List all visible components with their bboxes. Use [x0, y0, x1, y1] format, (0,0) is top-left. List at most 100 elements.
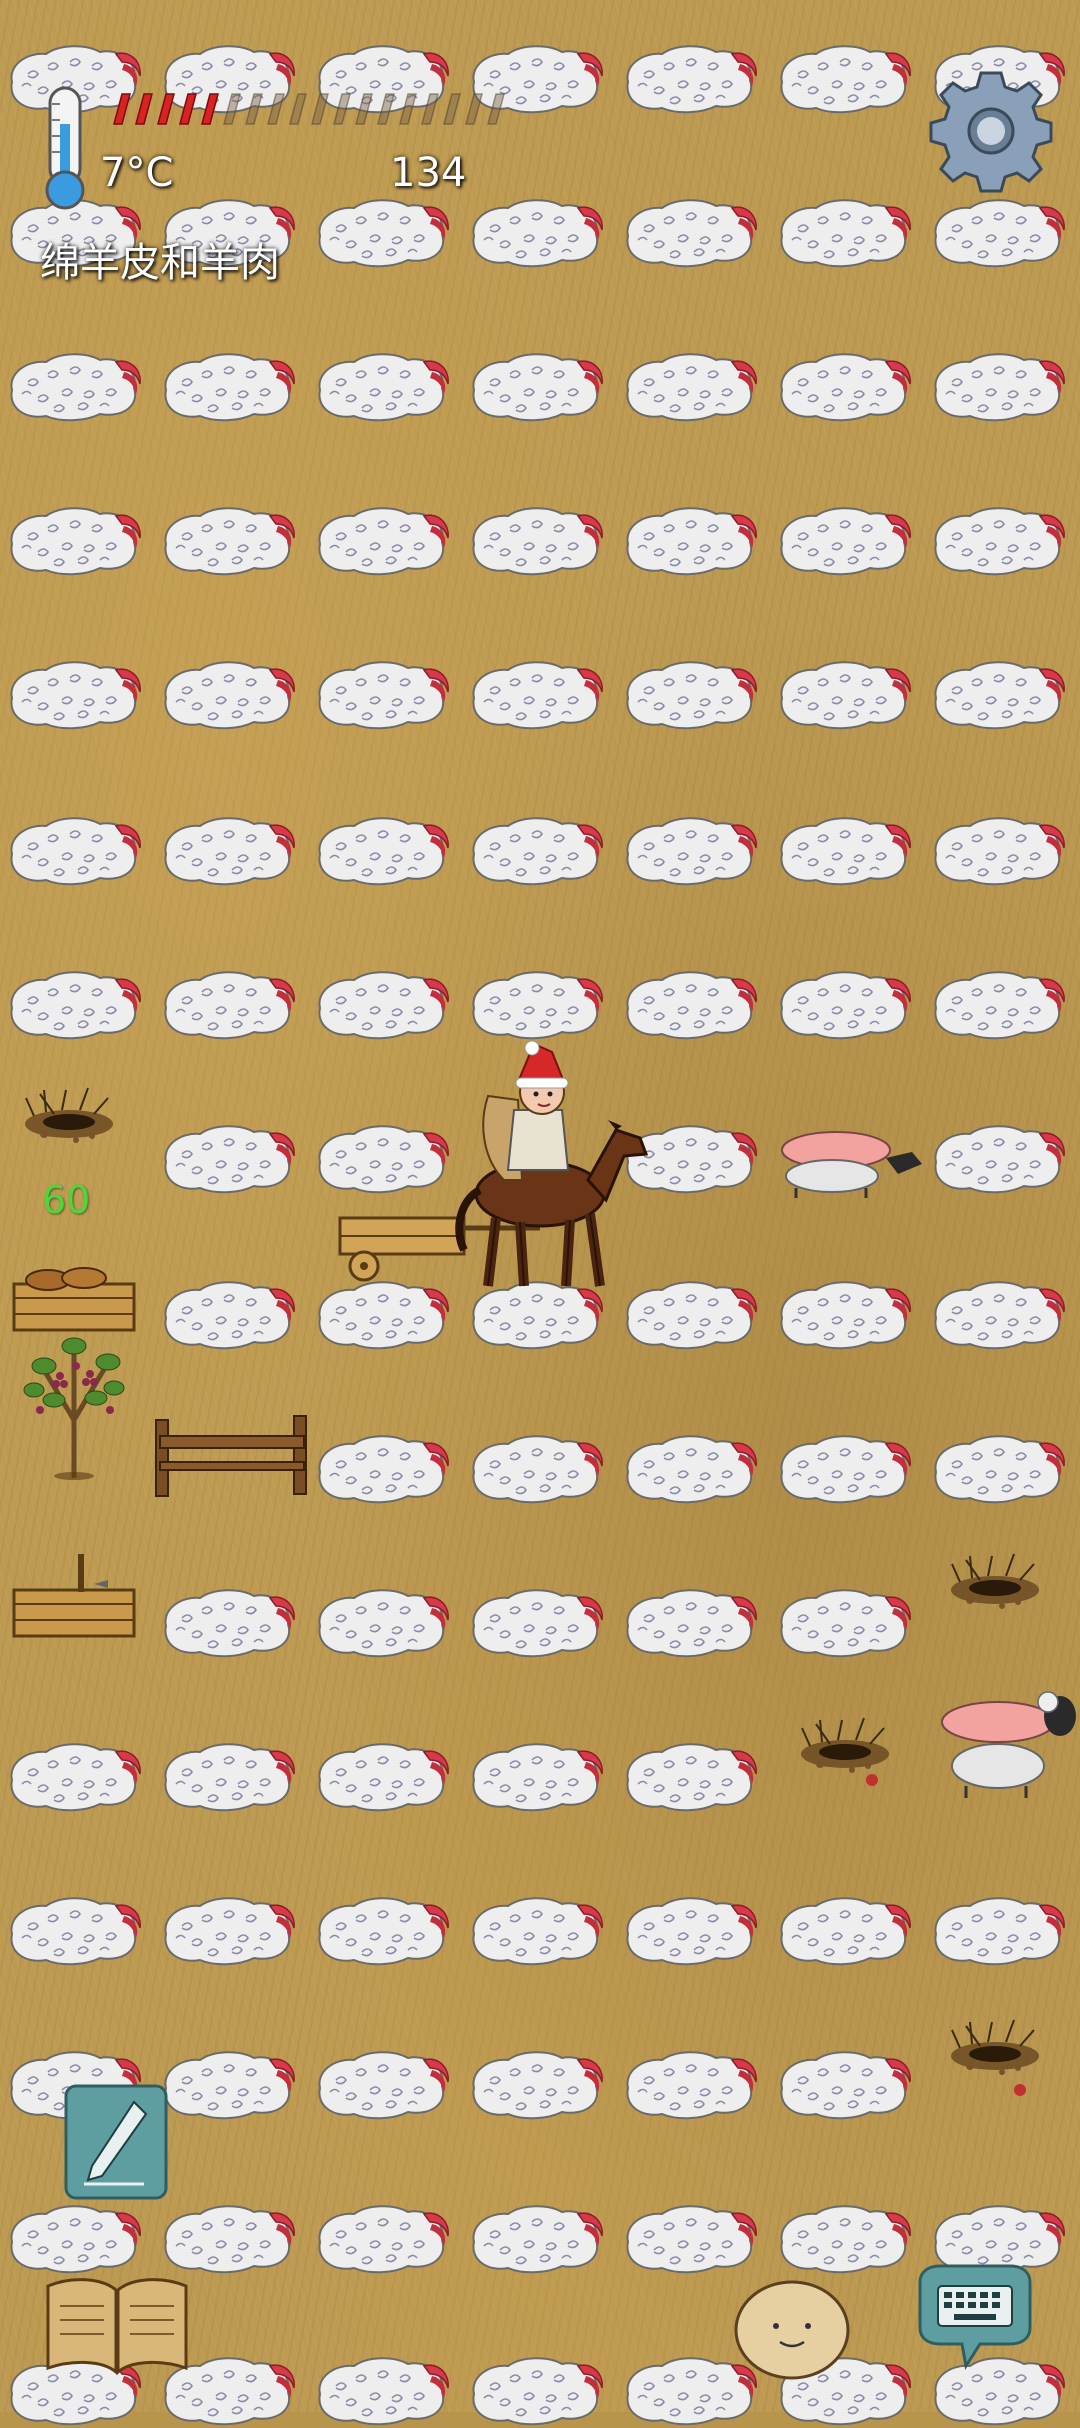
sheep-fleece-tile[interactable] [620, 1584, 760, 1660]
sheep-fleece-tile[interactable] [466, 656, 606, 732]
sheep-fleece-tile[interactable] [158, 1892, 298, 1968]
sheep-fleece-tile[interactable] [158, 502, 298, 578]
sheep-fleece-tile[interactable] [466, 1430, 606, 1506]
sheep-fleece-tile[interactable] [620, 2200, 760, 2276]
sheep-fleece-tile[interactable] [774, 348, 914, 424]
sheep-fleece-tile[interactable] [158, 656, 298, 732]
sheep-fleece-tile[interactable] [928, 348, 1068, 424]
sheep-fleece-tile[interactable] [158, 812, 298, 888]
sheep-fleece-tile[interactable] [312, 1738, 452, 1814]
sheep-fleece-tile[interactable] [312, 1430, 452, 1506]
sheep-fleece-tile[interactable] [928, 812, 1068, 888]
sheep-fleece-tile[interactable] [312, 1120, 452, 1196]
sheep-fleece-tile[interactable] [620, 1738, 760, 1814]
sheep-fleece-tile[interactable] [774, 656, 914, 732]
sheep-fleece-tile[interactable] [312, 2200, 452, 2276]
sheep-fleece-tile[interactable] [312, 656, 452, 732]
sheep-fleece-tile[interactable] [928, 656, 1068, 732]
sheep-fleece-tile[interactable] [774, 812, 914, 888]
sheep-fleece-tile[interactable] [158, 2200, 298, 2276]
sheep-fleece-tile[interactable] [774, 2046, 914, 2122]
sheep-fleece-tile[interactable] [312, 348, 452, 424]
sheep-fleece-tile[interactable] [158, 1276, 298, 1352]
keyboard-speech-bubble-icon[interactable] [910, 2262, 1040, 2372]
sheep-fleece-tile[interactable] [620, 656, 760, 732]
sheep-fleece-tile[interactable] [4, 1892, 144, 1968]
rabbit-burrow[interactable] [940, 1546, 1050, 1616]
sheep-fleece-tile[interactable] [312, 502, 452, 578]
sheep-fleece-tile[interactable] [158, 2046, 298, 2122]
sheep-fleece-tile[interactable] [158, 1120, 298, 1196]
sheep-fleece-tile[interactable] [928, 1892, 1068, 1968]
sheep-fleece-tile[interactable] [312, 2352, 452, 2428]
sheep-fleece-tile[interactable] [928, 502, 1068, 578]
shorn-sheep[interactable] [776, 1120, 926, 1200]
sheep-fleece-tile[interactable] [312, 812, 452, 888]
sheep-fleece-tile[interactable] [158, 1584, 298, 1660]
sheep-fleece-tile[interactable] [774, 1276, 914, 1352]
sheep-fleece-tile[interactable] [312, 1276, 452, 1352]
sheep-fleece-tile[interactable] [774, 502, 914, 578]
sheep-fleece-tile[interactable] [158, 1738, 298, 1814]
pencil-icon[interactable] [64, 2084, 168, 2200]
potato-face-icon[interactable] [732, 2276, 852, 2382]
sheep-fleece-tile[interactable] [466, 966, 606, 1042]
rabbit-burrow[interactable] [14, 1080, 124, 1150]
sheep-fleece-tile[interactable] [620, 40, 760, 116]
sheep-fleece-tile[interactable] [312, 194, 452, 270]
sheep-fleece-tile[interactable] [774, 40, 914, 116]
gear-icon[interactable] [926, 66, 1056, 196]
player-character[interactable] [478, 1040, 588, 1190]
sheep-fleece-tile[interactable] [466, 1892, 606, 1968]
sheep-fleece-tile[interactable] [466, 2046, 606, 2122]
wooden-fence[interactable] [150, 1412, 316, 1498]
sheep-fleece-tile[interactable] [4, 502, 144, 578]
sheep-fleece-tile[interactable] [4, 966, 144, 1042]
sheep-fleece-tile[interactable] [620, 194, 760, 270]
sheep-fleece-tile[interactable] [774, 194, 914, 270]
tool-crate[interactable] [8, 1550, 140, 1640]
sheep-fleece-tile[interactable] [774, 966, 914, 1042]
sheep-fleece-tile[interactable] [466, 2352, 606, 2428]
sheep-fleece-tile[interactable] [928, 1276, 1068, 1352]
sheep-fleece-tile[interactable] [466, 1738, 606, 1814]
sheep-fleece-tile[interactable] [774, 1584, 914, 1660]
sheep-fleece-tile[interactable] [620, 1430, 760, 1506]
sheep-fleece-tile[interactable] [620, 812, 760, 888]
grape-vine[interactable] [14, 1310, 134, 1480]
sheep-fleece-tile[interactable] [4, 2200, 144, 2276]
sheep-fleece-tile[interactable] [620, 1892, 760, 1968]
game-world[interactable] [0, 0, 1080, 2412]
sheep-fleece-tile[interactable] [774, 2200, 914, 2276]
sheep-fleece-tile[interactable] [466, 502, 606, 578]
sheep-fleece-tile[interactable] [774, 1892, 914, 1968]
sheep-fleece-tile[interactable] [928, 194, 1068, 270]
sheep-fleece-tile[interactable] [158, 348, 298, 424]
sheep-fleece-tile[interactable] [312, 966, 452, 1042]
sheep-fleece-tile[interactable] [466, 2200, 606, 2276]
sheep-fleece-tile[interactable] [928, 966, 1068, 1042]
sheep-fleece-tile[interactable] [466, 348, 606, 424]
sheep-fleece-tile[interactable] [620, 2046, 760, 2122]
sheep-fleece-tile[interactable] [620, 966, 760, 1042]
domestic-sheep[interactable] [936, 1686, 1080, 1800]
sheep-fleece-tile[interactable] [466, 1584, 606, 1660]
sheep-fleece-tile[interactable] [4, 656, 144, 732]
sheep-fleece-tile[interactable] [466, 194, 606, 270]
sheep-fleece-tile[interactable] [620, 502, 760, 578]
sheep-fleece-tile[interactable] [774, 1430, 914, 1506]
sheep-fleece-tile[interactable] [312, 1584, 452, 1660]
sheep-fleece-tile[interactable] [4, 812, 144, 888]
sheep-fleece-tile[interactable] [928, 1120, 1068, 1196]
rabbit-burrow[interactable] [940, 2012, 1050, 2082]
sheep-fleece-tile[interactable] [312, 2046, 452, 2122]
rabbit-burrow[interactable] [790, 1710, 900, 1780]
sheep-fleece-tile[interactable] [158, 966, 298, 1042]
open-book-icon[interactable] [42, 2272, 192, 2376]
sheep-fleece-tile[interactable] [928, 1430, 1068, 1506]
sheep-fleece-tile[interactable] [620, 348, 760, 424]
sheep-fleece-tile[interactable] [312, 1892, 452, 1968]
sheep-fleece-tile[interactable] [4, 348, 144, 424]
sheep-fleece-tile[interactable] [466, 812, 606, 888]
sheep-fleece-tile[interactable] [4, 1738, 144, 1814]
